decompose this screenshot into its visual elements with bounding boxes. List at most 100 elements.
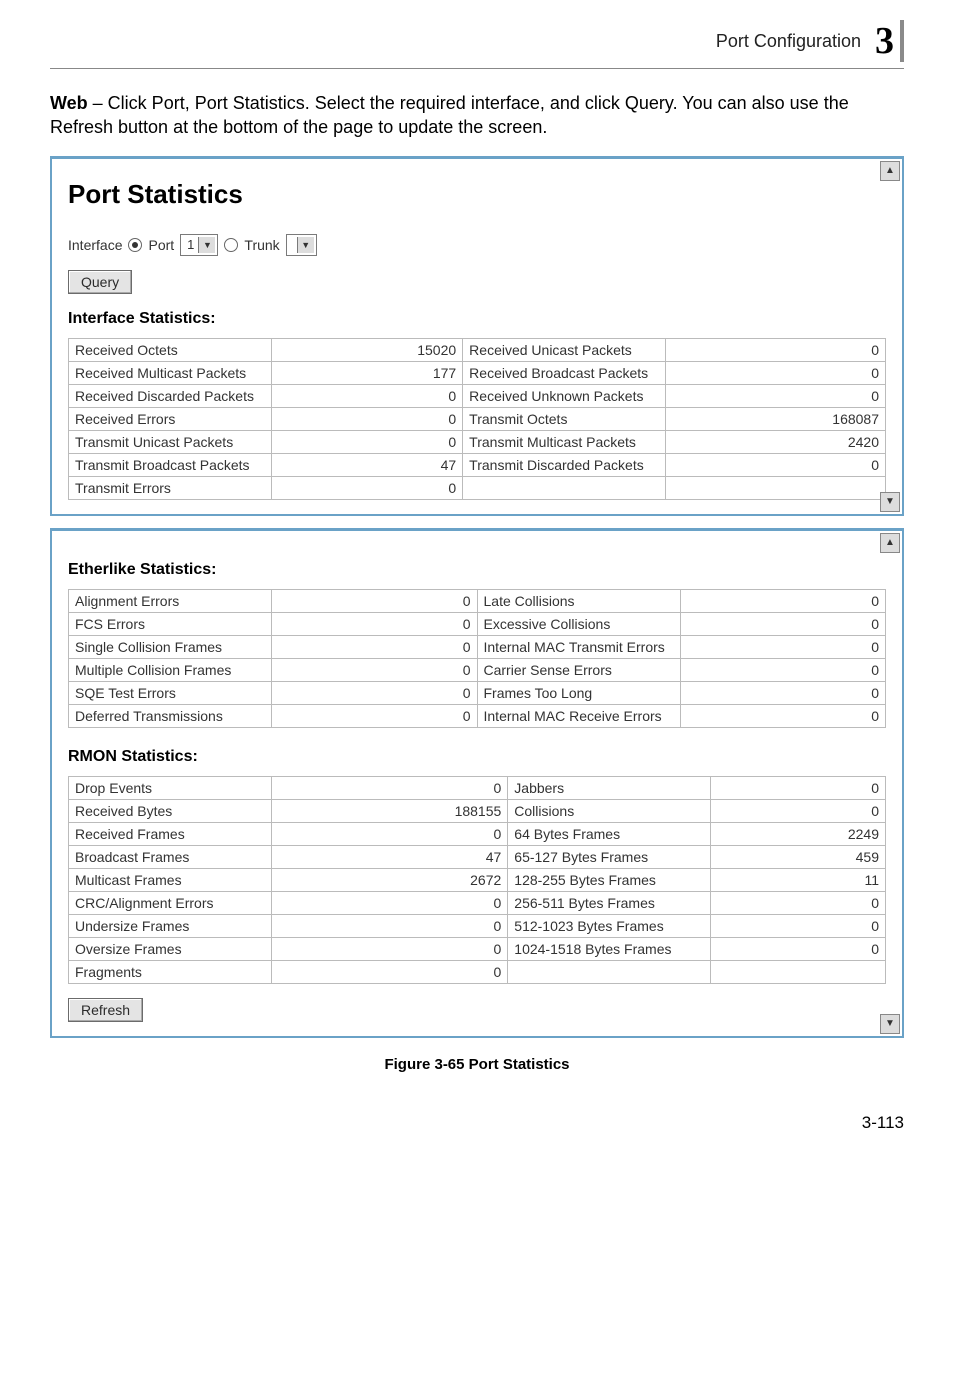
trunk-radio-label: Trunk <box>244 237 279 253</box>
stat-value: 0 <box>680 635 886 658</box>
stat-value: 0 <box>272 476 463 499</box>
stat-label: Jabbers <box>508 776 711 799</box>
stat-value: 0 <box>666 384 886 407</box>
table-row: Received Bytes188155Collisions0 <box>69 799 886 822</box>
stat-label: Transmit Octets <box>463 407 666 430</box>
scroll-up-icon[interactable]: ▲ <box>880 161 900 181</box>
port-select[interactable]: 1 ▼ <box>180 234 218 256</box>
stat-value: 0 <box>680 704 886 727</box>
stat-value: 188155 <box>272 799 508 822</box>
stat-value: 459 <box>711 845 886 868</box>
stat-value: 0 <box>272 914 508 937</box>
interface-statistics-table: Received Octets15020Received Unicast Pac… <box>68 338 886 500</box>
query-button[interactable]: Query <box>68 270 132 294</box>
chapter-bar-icon <box>900 20 904 62</box>
stat-value: 0 <box>272 430 463 453</box>
stat-label: Transmit Errors <box>69 476 272 499</box>
stat-value <box>666 476 886 499</box>
port-radio-label: Port <box>148 237 174 253</box>
stat-label: Multiple Collision Frames <box>69 658 272 681</box>
table-row: FCS Errors0Excessive Collisions0 <box>69 612 886 635</box>
figure-caption: Figure 3-65 Port Statistics <box>50 1056 904 1073</box>
stat-value: 2420 <box>666 430 886 453</box>
stat-value: 0 <box>272 407 463 430</box>
stat-value: 0 <box>272 612 478 635</box>
stat-value: 0 <box>711 891 886 914</box>
etherlike-statistics-table: Alignment Errors0Late Collisions0FCS Err… <box>68 589 886 728</box>
scroll-up-icon[interactable]: ▲ <box>880 533 900 553</box>
interface-statistics-heading: Interface Statistics: <box>68 310 886 328</box>
intro-paragraph: Web – Click Port, Port Statistics. Selec… <box>50 91 904 140</box>
table-row: Transmit Errors0 <box>69 476 886 499</box>
stat-label: Internal MAC Transmit Errors <box>477 635 680 658</box>
stat-label: Received Octets <box>69 338 272 361</box>
stat-label <box>463 476 666 499</box>
stat-label: Collisions <box>508 799 711 822</box>
stat-label: Received Errors <box>69 407 272 430</box>
stat-label: Multicast Frames <box>69 868 272 891</box>
table-row: Deferred Transmissions0Internal MAC Rece… <box>69 704 886 727</box>
page-header: Port Configuration 3 <box>50 20 904 69</box>
stat-label: SQE Test Errors <box>69 681 272 704</box>
stat-label: Excessive Collisions <box>477 612 680 635</box>
stat-value: 0 <box>272 704 478 727</box>
stat-label: Received Bytes <box>69 799 272 822</box>
stat-value: 0 <box>666 361 886 384</box>
table-row: Fragments0 <box>69 960 886 983</box>
table-row: Transmit Unicast Packets0Transmit Multic… <box>69 430 886 453</box>
stat-value: 0 <box>711 914 886 937</box>
page-number: 3-113 <box>50 1113 904 1133</box>
port-radio[interactable] <box>128 238 142 252</box>
stat-label: Received Discarded Packets <box>69 384 272 407</box>
stat-value: 2672 <box>272 868 508 891</box>
table-row: Transmit Broadcast Packets47Transmit Dis… <box>69 453 886 476</box>
intro-text: – Click Port, Port Statistics. Select th… <box>50 93 849 137</box>
stat-label: Deferred Transmissions <box>69 704 272 727</box>
stat-value: 0 <box>711 937 886 960</box>
table-row: Oversize Frames01024-1518 Bytes Frames0 <box>69 937 886 960</box>
stat-label: Oversize Frames <box>69 937 272 960</box>
stat-label: Transmit Broadcast Packets <box>69 453 272 476</box>
trunk-radio[interactable] <box>224 238 238 252</box>
rmon-statistics-table: Drop Events0Jabbers0Received Bytes188155… <box>68 776 886 984</box>
table-row: Received Multicast Packets177Received Br… <box>69 361 886 384</box>
table-row: Received Discarded Packets0Received Unkn… <box>69 384 886 407</box>
stat-value: 0 <box>272 589 478 612</box>
stat-value: 0 <box>272 384 463 407</box>
refresh-button[interactable]: Refresh <box>68 998 143 1022</box>
stat-label: 64 Bytes Frames <box>508 822 711 845</box>
table-row: Single Collision Frames0Internal MAC Tra… <box>69 635 886 658</box>
stat-label: 1024-1518 Bytes Frames <box>508 937 711 960</box>
table-row: Multiple Collision Frames0Carrier Sense … <box>69 658 886 681</box>
scroll-down-icon[interactable]: ▼ <box>880 492 900 512</box>
table-row: Alignment Errors0Late Collisions0 <box>69 589 886 612</box>
chapter-badge: 3 <box>875 20 904 62</box>
stat-value: 168087 <box>666 407 886 430</box>
stat-value: 0 <box>680 658 886 681</box>
stat-value: 0 <box>272 681 478 704</box>
intro-bold: Web <box>50 93 88 113</box>
stat-label: 512-1023 Bytes Frames <box>508 914 711 937</box>
section-title: Port Configuration <box>716 31 861 52</box>
stat-value: 47 <box>272 453 463 476</box>
interface-selector-row: Interface Port 1 ▼ Trunk ▼ <box>68 234 886 256</box>
stat-value: 0 <box>272 960 508 983</box>
stat-value: 47 <box>272 845 508 868</box>
port-statistics-panel: ▲ ▼ Port Statistics Interface Port 1 ▼ T… <box>50 156 904 516</box>
stat-label: CRC/Alignment Errors <box>69 891 272 914</box>
stat-value: 177 <box>272 361 463 384</box>
stat-value: 0 <box>272 658 478 681</box>
stat-value: 0 <box>272 891 508 914</box>
stat-label: FCS Errors <box>69 612 272 635</box>
trunk-select[interactable]: ▼ <box>286 234 317 256</box>
table-row: Multicast Frames2672128-255 Bytes Frames… <box>69 868 886 891</box>
table-row: Received Frames064 Bytes Frames2249 <box>69 822 886 845</box>
stat-label: 65-127 Bytes Frames <box>508 845 711 868</box>
table-row: SQE Test Errors0Frames Too Long0 <box>69 681 886 704</box>
etherlike-rmon-panel: ▲ ▼ Etherlike Statistics: Alignment Erro… <box>50 528 904 1038</box>
stat-label: 128-255 Bytes Frames <box>508 868 711 891</box>
table-row: Received Errors0Transmit Octets168087 <box>69 407 886 430</box>
stat-value: 0 <box>272 937 508 960</box>
table-row: CRC/Alignment Errors0256-511 Bytes Frame… <box>69 891 886 914</box>
scroll-down-icon[interactable]: ▼ <box>880 1014 900 1034</box>
